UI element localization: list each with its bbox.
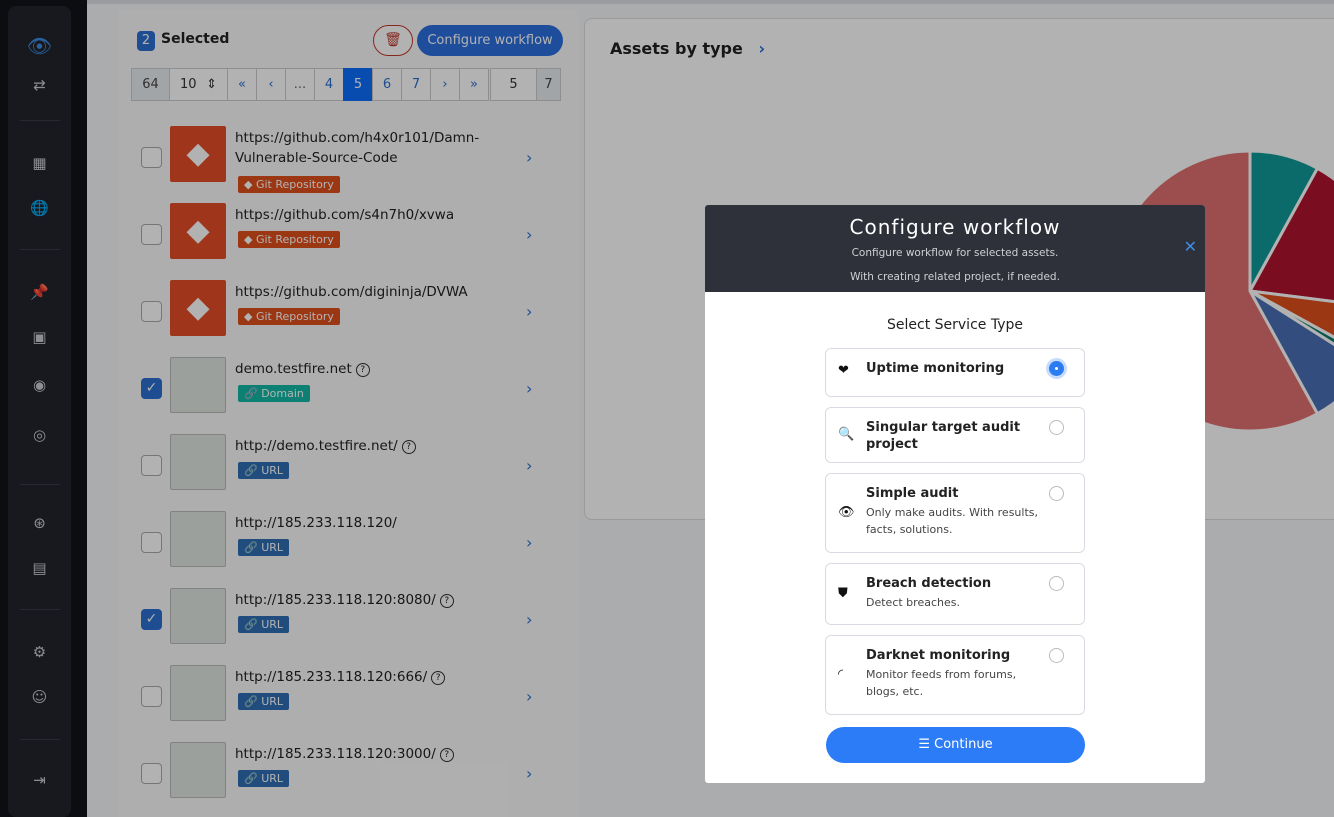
option-name: Darknet monitoring [866,648,1011,663]
service-option[interactable]: 👁 Simple audit Only make audits. With re… [825,473,1085,553]
option-radio[interactable] [1049,420,1064,435]
option-radio[interactable] [1049,486,1064,501]
close-icon[interactable]: ✕ [1184,237,1197,256]
option-radio[interactable] [1049,576,1064,591]
option-name: Breach detection [866,576,992,591]
shield-icon: ⛊ [838,586,848,601]
section-title: Select Service Type [887,317,1023,333]
service-option[interactable]: 🔍 Singular target audit project [825,407,1085,463]
option-name: Uptime monitoring [866,361,1005,376]
option-description: Only make audits. With results, facts, s… [866,506,1038,536]
option-name: Simple audit [866,486,959,501]
option-description: Monitor feeds from forums, blogs, etc. [866,668,1017,698]
modal-title: Configure workflow [849,215,1061,239]
search-icon: 🔍 [838,427,855,442]
eye-icon: 👁 [838,505,855,520]
rss-icon: ◜ [838,667,844,682]
sliders-icon: ☰ [918,737,931,752]
option-radio[interactable] [1049,648,1064,663]
modal-subtitle: Configure workflow for selected assets. [851,247,1059,259]
option-description: Detect breaches. [866,596,960,609]
option-radio[interactable] [1049,361,1064,376]
option-name: Singular target audit project [866,420,1021,452]
service-option[interactable]: ❤ Uptime monitoring [825,348,1085,397]
configure-workflow-modal: Configure workflow Configure workflow fo… [705,205,1205,783]
continue-button[interactable]: ☰ Continue [826,727,1085,763]
modal-header: Configure workflow Configure workflow fo… [705,205,1205,292]
modal-subtitle-2: With creating related project, if needed… [850,271,1060,283]
service-option[interactable]: ⛊ Breach detection Detect breaches. [825,563,1085,625]
service-option[interactable]: ◜ Darknet monitoring Monitor feeds from … [825,635,1085,715]
heart-pulse-icon: ❤ [838,363,849,378]
